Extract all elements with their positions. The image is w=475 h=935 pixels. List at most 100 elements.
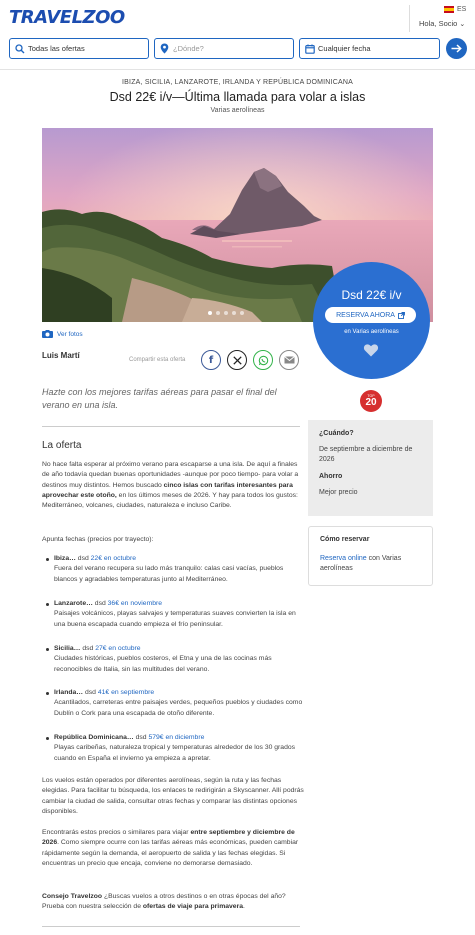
destination-input[interactable]: ¿Dónde? — [154, 38, 294, 59]
how-value: Reserva online con Varias aerolíneas — [320, 554, 421, 574]
price-panel: Dsd 22€ i/v RESERVA AHORA en Varias aero… — [313, 262, 430, 379]
carousel-dot[interactable] — [232, 311, 236, 315]
share-label: Compartir esta oferta — [129, 357, 186, 363]
list-item: Irlanda… dsd 41€ en septiembre Acantilad… — [46, 688, 304, 719]
header-divider — [409, 5, 410, 32]
item-name: Sicilia… — [54, 645, 81, 652]
item-description: Fuera del verano recupera su lado más tr… — [54, 565, 284, 583]
deal-airline: Varias aerolíneas — [210, 107, 265, 114]
top20-badge-number: 20 — [365, 397, 377, 408]
item-price-prefix: dsd — [80, 645, 96, 652]
how-heading: Cómo reservar — [320, 536, 370, 543]
search-submit-button[interactable] — [446, 38, 467, 59]
view-photos-link[interactable]: Ver fotos — [42, 330, 83, 338]
offer-intro: No hace falta esperar al próximo verano … — [42, 460, 304, 511]
arrow-right-icon — [451, 44, 462, 53]
date-select[interactable]: Cualquier fecha — [299, 38, 440, 59]
carousel-dot[interactable] — [208, 311, 212, 315]
bullet — [46, 648, 49, 651]
account-menu[interactable]: Hola, Socio ⌄ — [419, 19, 465, 28]
deal-price: Dsd 22€ i/v — [341, 288, 402, 302]
author-name: Luis Martí — [42, 351, 80, 360]
item-name: Ibiza… — [54, 555, 76, 562]
list-item: Sicilia… dsd 27€ en octubre Ciudades his… — [46, 644, 304, 675]
item-description: Acantilados, carreteras entre paisajes v… — [54, 699, 303, 717]
pin-icon — [159, 43, 170, 54]
chevron-down-icon: ⌄ — [459, 21, 466, 28]
item-description: Playas caribeñas, naturaleza tropical y … — [54, 744, 296, 762]
carousel-dot[interactable] — [240, 311, 244, 315]
dates-note: Encontrarás estos precios o similares pa… — [42, 828, 304, 869]
list-item: Lanzarote… dsd 36€ en noviembre Paisajes… — [46, 599, 304, 630]
divider — [42, 926, 300, 927]
book-now-button[interactable]: RESERVA AHORA — [325, 307, 416, 323]
deal-lead: Hazte con los mejores tarifas aéreas par… — [42, 387, 277, 410]
page-title: Dsd 22€ i/v—Última llamada para volar a … — [109, 90, 366, 104]
share-whatsapp-button[interactable] — [253, 350, 273, 370]
offer-heading: La oferta — [42, 440, 82, 451]
item-price-prefix: dsd — [92, 600, 108, 607]
language-code: ES — [457, 6, 467, 13]
bullet — [46, 603, 49, 606]
dates-text-2: . Como siempre ocurre con las tarifas aé… — [42, 839, 299, 867]
divider — [42, 426, 300, 427]
item-price-link[interactable]: 579€ en diciembre — [148, 734, 204, 741]
when-heading: ¿Cuándo? — [319, 430, 354, 437]
bullet — [46, 737, 49, 740]
camera-icon — [42, 330, 53, 338]
bullet — [46, 558, 49, 561]
item-name: República Dominicana… — [54, 734, 134, 741]
tip-end: . — [243, 903, 245, 911]
site-header: TRAVELZOO ES Hola, Socio ⌄ Todas las ofer… — [0, 0, 475, 70]
destination-placeholder: ¿Dónde? — [173, 44, 204, 53]
whatsapp-icon — [258, 355, 269, 366]
external-link-icon — [397, 311, 405, 319]
how-to-book-panel: Cómo reservar Reserva online con Varias … — [308, 526, 433, 586]
carousel-dots — [208, 311, 244, 315]
offers-select-value: Todas las ofertas — [28, 44, 85, 53]
book-online-link[interactable]: Reserva online — [320, 555, 367, 562]
item-description: Ciudades históricas, pueblos costeros, e… — [54, 655, 272, 673]
deal-destinations: IBIZA, SICILIA, LANZAROTE, IRLANDA Y REP… — [122, 79, 353, 86]
list-item: Ibiza… dsd 22€ en octubre Fuera del vera… — [46, 554, 304, 585]
date-select-value: Cualquier fecha — [318, 44, 371, 53]
item-price-prefix: dsd — [133, 734, 149, 741]
facebook-icon: f — [208, 354, 214, 366]
list-item: República Dominicana… dsd 579€ en diciem… — [46, 733, 304, 764]
when-panel: ¿Cuándo? De septiembre a diciembre de 20… — [308, 420, 433, 516]
share-facebook-button[interactable]: f — [201, 350, 221, 370]
view-photos-label: Ver fotos — [57, 330, 83, 338]
carousel-dot[interactable] — [224, 311, 228, 315]
greeting-text: Hola, Socio — [419, 19, 458, 28]
share-email-button[interactable] — [279, 350, 299, 370]
prices-note: Apunta fechas (precios por trayecto): — [42, 536, 154, 543]
when-value: De septiembre a diciembre de 2026 — [319, 446, 413, 463]
heart-icon[interactable] — [363, 342, 379, 358]
language-selector[interactable]: ES — [444, 6, 466, 13]
travelzoo-tip: Consejo Travelzoo ¿Buscas vuelos a otros… — [42, 892, 304, 913]
item-price-link[interactable]: 27€ en octubre — [95, 645, 140, 652]
item-price-link[interactable]: 41€ en septiembre — [98, 689, 154, 696]
x-icon — [232, 355, 242, 365]
item-description: Paisajes volcánicos, playas salvajes y t… — [54, 610, 296, 628]
spring-offers-link[interactable]: ofertas de viaje para primavera — [143, 903, 243, 910]
item-name: Lanzarote… — [54, 600, 93, 607]
share-x-button[interactable] — [227, 350, 247, 370]
bullet — [46, 692, 49, 695]
spain-flag-icon — [444, 6, 454, 13]
offers-select[interactable]: Todas las ofertas — [9, 38, 149, 59]
item-price-prefix: dsd — [83, 689, 98, 696]
travelzoo-logo[interactable]: TRAVELZOO — [9, 7, 125, 28]
item-price-link[interactable]: 22€ en octubre — [91, 555, 136, 562]
item-price-link[interactable]: 36€ en noviembre — [108, 600, 162, 607]
book-airline: en Varias aerolíneas — [344, 329, 399, 335]
calendar-icon — [304, 43, 315, 54]
savings-heading: Ahorro — [319, 473, 343, 480]
search-icon — [14, 43, 25, 54]
book-now-label: RESERVA AHORA — [336, 311, 395, 319]
flights-note: Los vuelos están operados por diferentes… — [42, 777, 304, 815]
mail-icon — [283, 356, 295, 364]
carousel-dot[interactable] — [216, 311, 220, 315]
top20-badge: TOP 20 — [360, 390, 382, 412]
savings-value: Mejor precio — [319, 489, 358, 496]
